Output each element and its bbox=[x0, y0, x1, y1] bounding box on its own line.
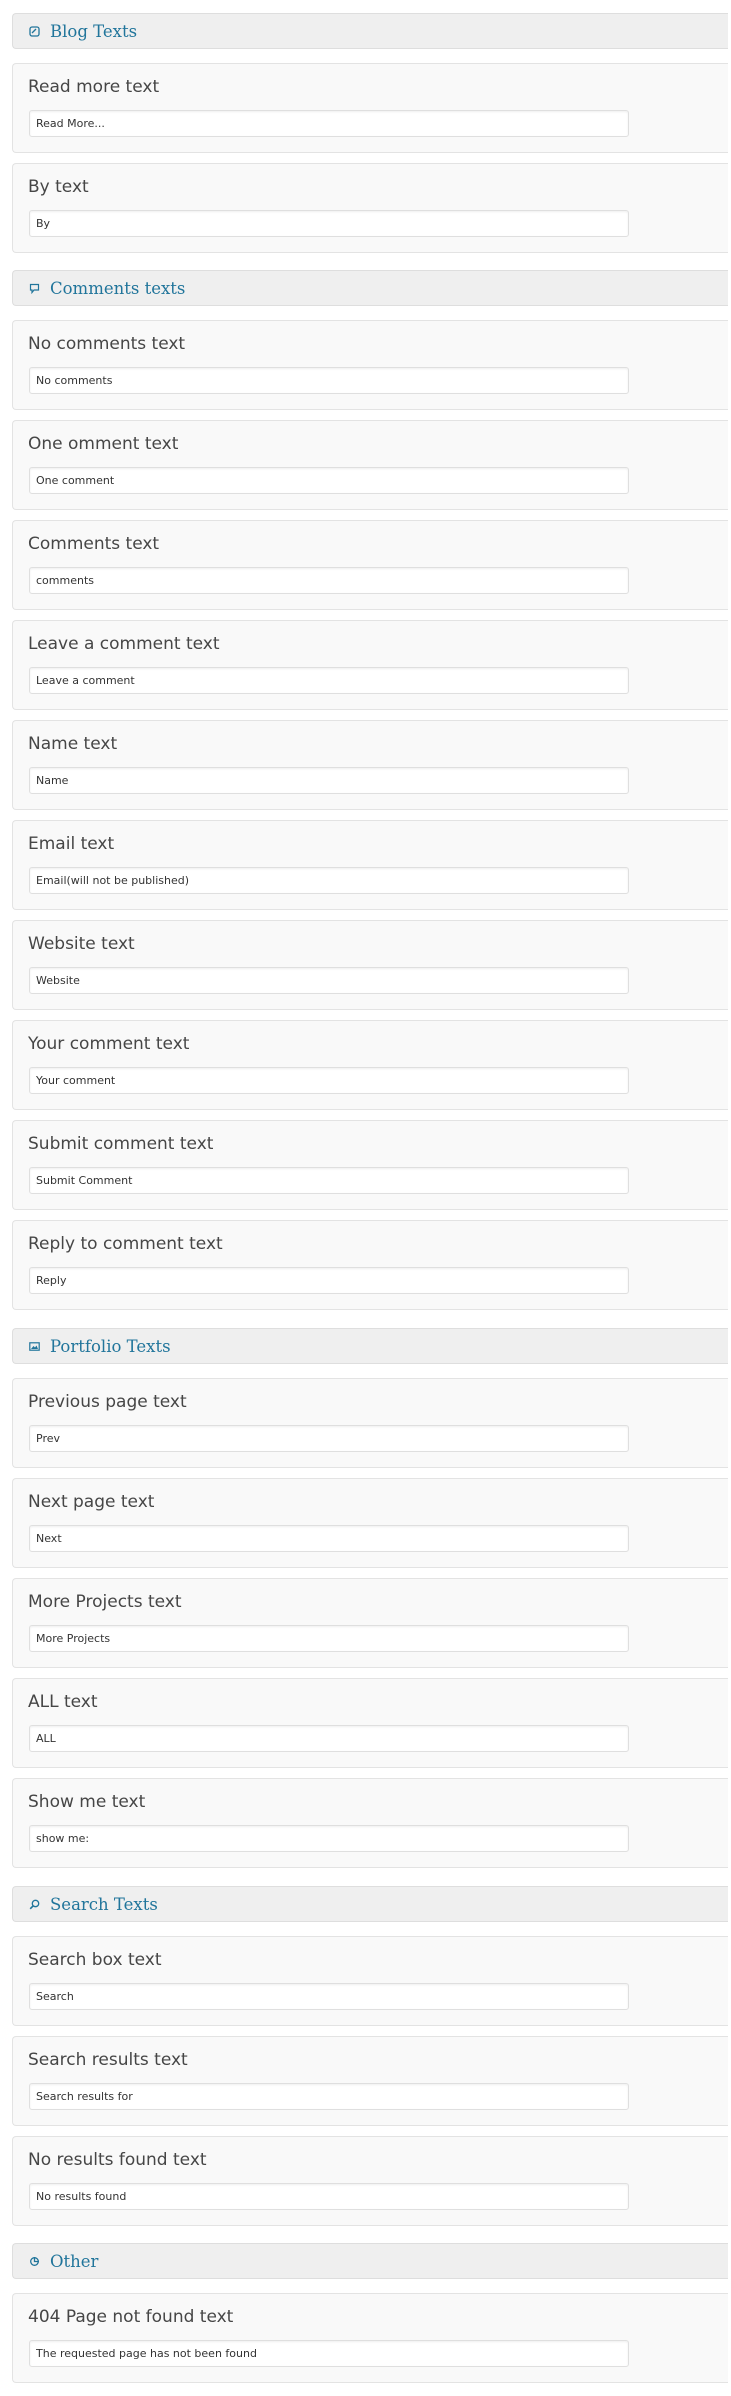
no-results-found-text-input[interactable] bbox=[29, 2183, 629, 2210]
field-label: Comments text bbox=[28, 534, 160, 554]
search-results-text-input[interactable] bbox=[29, 2083, 629, 2110]
field-label: Your comment text bbox=[28, 1034, 190, 1054]
email-text-input[interactable] bbox=[29, 867, 629, 894]
your-comment-text-input[interactable] bbox=[29, 1067, 629, 1094]
section-title: Search Texts bbox=[50, 1894, 158, 1914]
website-text-input[interactable] bbox=[29, 967, 629, 994]
field-label: Website text bbox=[28, 934, 135, 954]
field-label: Read more text bbox=[28, 77, 160, 97]
search-box-text-input[interactable] bbox=[29, 1983, 629, 2010]
404-page-not-found-text-input[interactable] bbox=[29, 2340, 629, 2367]
by-text-input[interactable] bbox=[29, 210, 629, 237]
field-label: No results found text bbox=[28, 2150, 207, 2170]
image-icon bbox=[26, 1338, 42, 1354]
field-label: By text bbox=[28, 177, 89, 197]
field-name-text: Name text bbox=[12, 720, 728, 810]
field-404-page-not-found-text: 404 Page not found text bbox=[12, 2293, 728, 2383]
field-previous-page-text: Previous page text bbox=[12, 1378, 728, 1468]
field-next-page-text: Next page text bbox=[12, 1478, 728, 1568]
field-label: Next page text bbox=[28, 1492, 155, 1512]
field-search-box-text: Search box text bbox=[12, 1936, 728, 2026]
section-title: Other bbox=[50, 2251, 99, 2271]
section-header-search-texts: Search Texts bbox=[12, 1886, 728, 1922]
reply-to-comment-text-input[interactable] bbox=[29, 1267, 629, 1294]
field-label: ALL text bbox=[28, 1692, 98, 1712]
field-leave-a-comment-text: Leave a comment text bbox=[12, 620, 728, 710]
field-label: Previous page text bbox=[28, 1392, 187, 1412]
submit-comment-text-input[interactable] bbox=[29, 1167, 629, 1194]
section-header-blog-texts: Blog Texts bbox=[12, 13, 728, 49]
show-me-text-input[interactable] bbox=[29, 1825, 629, 1852]
section-title: Portfolio Texts bbox=[50, 1336, 171, 1356]
search-icon bbox=[26, 1896, 42, 1912]
section-title: Comments texts bbox=[50, 278, 186, 298]
field-label: Search box text bbox=[28, 1950, 162, 1970]
field-read-more-text: Read more text bbox=[12, 63, 728, 153]
read-more-text-input[interactable] bbox=[29, 110, 629, 137]
field-email-text: Email text bbox=[12, 820, 728, 910]
field-no-comments-text: No comments text bbox=[12, 320, 728, 410]
field-label: Search results text bbox=[28, 2050, 188, 2070]
section-header-other: Other bbox=[12, 2243, 728, 2279]
field-label: Leave a comment text bbox=[28, 634, 220, 654]
field-by-text: By text bbox=[12, 163, 728, 253]
comments-text-input[interactable] bbox=[29, 567, 629, 594]
field-label: Show me text bbox=[28, 1792, 146, 1812]
blog-icon bbox=[26, 23, 42, 39]
field-one-comment-text: One omment text bbox=[12, 420, 728, 510]
field-label: Email text bbox=[28, 834, 115, 854]
field-more-projects-text: More Projects text bbox=[12, 1578, 728, 1668]
comment-icon bbox=[26, 280, 42, 296]
field-show-me-text: Show me text bbox=[12, 1778, 728, 1868]
field-label: Name text bbox=[28, 734, 118, 754]
field-label: 404 Page not found text bbox=[28, 2307, 234, 2327]
one-comment-text-input[interactable] bbox=[29, 467, 629, 494]
field-no-results-found-text: No results found text bbox=[12, 2136, 728, 2226]
field-your-comment-text: Your comment text bbox=[12, 1020, 728, 1110]
field-all-text: ALL text bbox=[12, 1678, 728, 1768]
field-comments-text: Comments text bbox=[12, 520, 728, 610]
section-title: Blog Texts bbox=[50, 21, 138, 41]
name-text-input[interactable] bbox=[29, 767, 629, 794]
field-search-results-text: Search results text bbox=[12, 2036, 728, 2126]
no-comments-text-input[interactable] bbox=[29, 367, 629, 394]
field-label: Submit comment text bbox=[28, 1134, 214, 1154]
field-label: One omment text bbox=[28, 434, 179, 454]
more-projects-text-input[interactable] bbox=[29, 1625, 629, 1652]
next-page-text-input[interactable] bbox=[29, 1525, 629, 1552]
previous-page-text-input[interactable] bbox=[29, 1425, 629, 1452]
field-label: No comments text bbox=[28, 334, 186, 354]
section-header-comments-texts: Comments texts bbox=[12, 270, 728, 306]
other-icon bbox=[26, 2253, 42, 2269]
field-website-text: Website text bbox=[12, 920, 728, 1010]
all-text-input[interactable] bbox=[29, 1725, 629, 1752]
field-reply-to-comment-text: Reply to comment text bbox=[12, 1220, 728, 1310]
leave-a-comment-text-input[interactable] bbox=[29, 667, 629, 694]
section-header-portfolio-texts: Portfolio Texts bbox=[12, 1328, 728, 1364]
field-label: Reply to comment text bbox=[28, 1234, 223, 1254]
field-label: More Projects text bbox=[28, 1592, 182, 1612]
field-submit-comment-text: Submit comment text bbox=[12, 1120, 728, 1210]
